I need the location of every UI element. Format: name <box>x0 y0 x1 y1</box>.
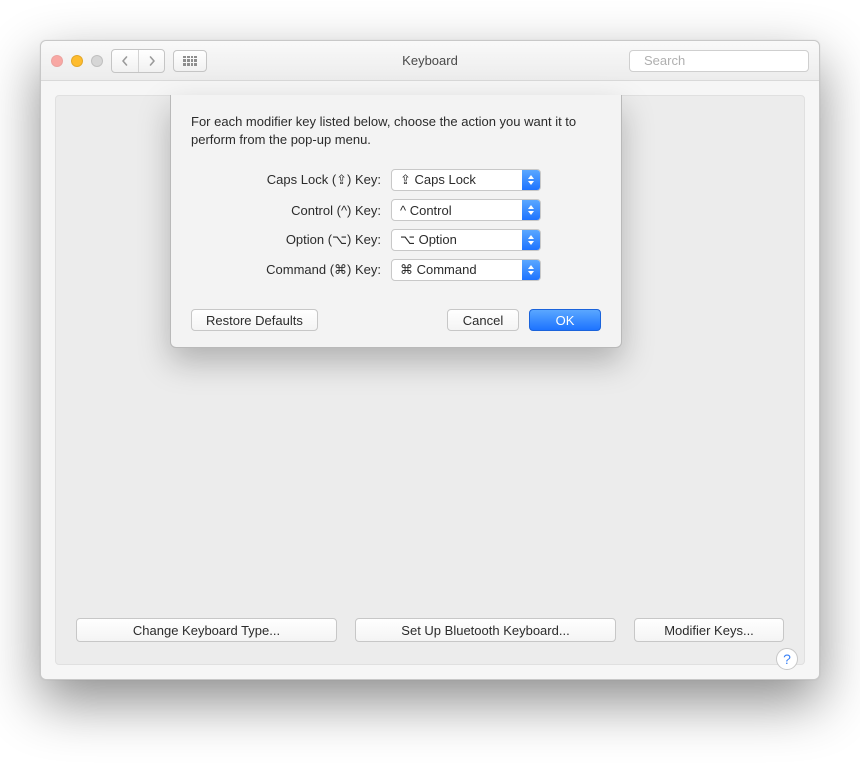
modifier-keys-sheet: For each modifier key listed below, choo… <box>170 95 622 348</box>
show-all-button[interactable] <box>173 50 207 72</box>
grid-icon <box>183 56 197 66</box>
preferences-window: Keyboard For each modifier key listed be… <box>40 40 820 680</box>
setup-bluetooth-keyboard-button[interactable]: Set Up Bluetooth Keyboard... <box>355 618 616 642</box>
modifier-keys-button[interactable]: Modifier Keys... <box>634 618 784 642</box>
footer-buttons: Change Keyboard Type... Set Up Bluetooth… <box>76 618 784 642</box>
traffic-lights <box>51 55 103 67</box>
caps-lock-value: ⇪ Caps Lock <box>392 172 484 188</box>
help-button[interactable]: ? <box>776 648 798 670</box>
nav-buttons <box>111 49 165 73</box>
option-label: Option (⌥) Key: <box>191 232 381 248</box>
chevron-left-icon <box>120 56 130 66</box>
row-control: Control (^) Key: ^ Control <box>191 199 601 221</box>
content-area: For each modifier key listed below, choo… <box>41 81 819 679</box>
popup-arrows-icon <box>522 200 540 220</box>
search-field[interactable] <box>629 50 809 72</box>
row-option: Option (⌥) Key: ⌥ Option <box>191 229 601 251</box>
close-window-button[interactable] <box>51 55 63 67</box>
popup-arrows-icon <box>522 230 540 250</box>
caps-lock-popup[interactable]: ⇪ Caps Lock <box>391 169 541 191</box>
sheet-description: For each modifier key listed below, choo… <box>191 113 601 149</box>
chevron-right-icon <box>147 56 157 66</box>
minimize-window-button[interactable] <box>71 55 83 67</box>
sheet-buttons: Restore Defaults Cancel OK <box>191 309 601 331</box>
zoom-window-button[interactable] <box>91 55 103 67</box>
back-button[interactable] <box>112 50 138 72</box>
popup-arrows-icon <box>522 260 540 280</box>
restore-defaults-button[interactable]: Restore Defaults <box>191 309 318 331</box>
titlebar: Keyboard <box>41 41 819 81</box>
row-command: Command (⌘) Key: ⌘ Command <box>191 259 601 281</box>
control-value: ^ Control <box>392 203 460 218</box>
command-label: Command (⌘) Key: <box>191 262 381 278</box>
control-label: Control (^) Key: <box>191 203 381 218</box>
control-popup[interactable]: ^ Control <box>391 199 541 221</box>
ok-button[interactable]: OK <box>529 309 601 331</box>
caps-lock-label: Caps Lock (⇪) Key: <box>191 172 381 188</box>
popup-arrows-icon <box>522 170 540 190</box>
change-keyboard-type-button[interactable]: Change Keyboard Type... <box>76 618 337 642</box>
keyboard-panel: For each modifier key listed below, choo… <box>55 95 805 665</box>
row-caps-lock: Caps Lock (⇪) Key: ⇪ Caps Lock <box>191 169 601 191</box>
option-value: ⌥ Option <box>392 232 465 248</box>
command-value: ⌘ Command <box>392 262 485 278</box>
option-popup[interactable]: ⌥ Option <box>391 229 541 251</box>
command-popup[interactable]: ⌘ Command <box>391 259 541 281</box>
cancel-button[interactable]: Cancel <box>447 309 519 331</box>
forward-button[interactable] <box>138 50 164 72</box>
search-input[interactable] <box>642 52 822 69</box>
